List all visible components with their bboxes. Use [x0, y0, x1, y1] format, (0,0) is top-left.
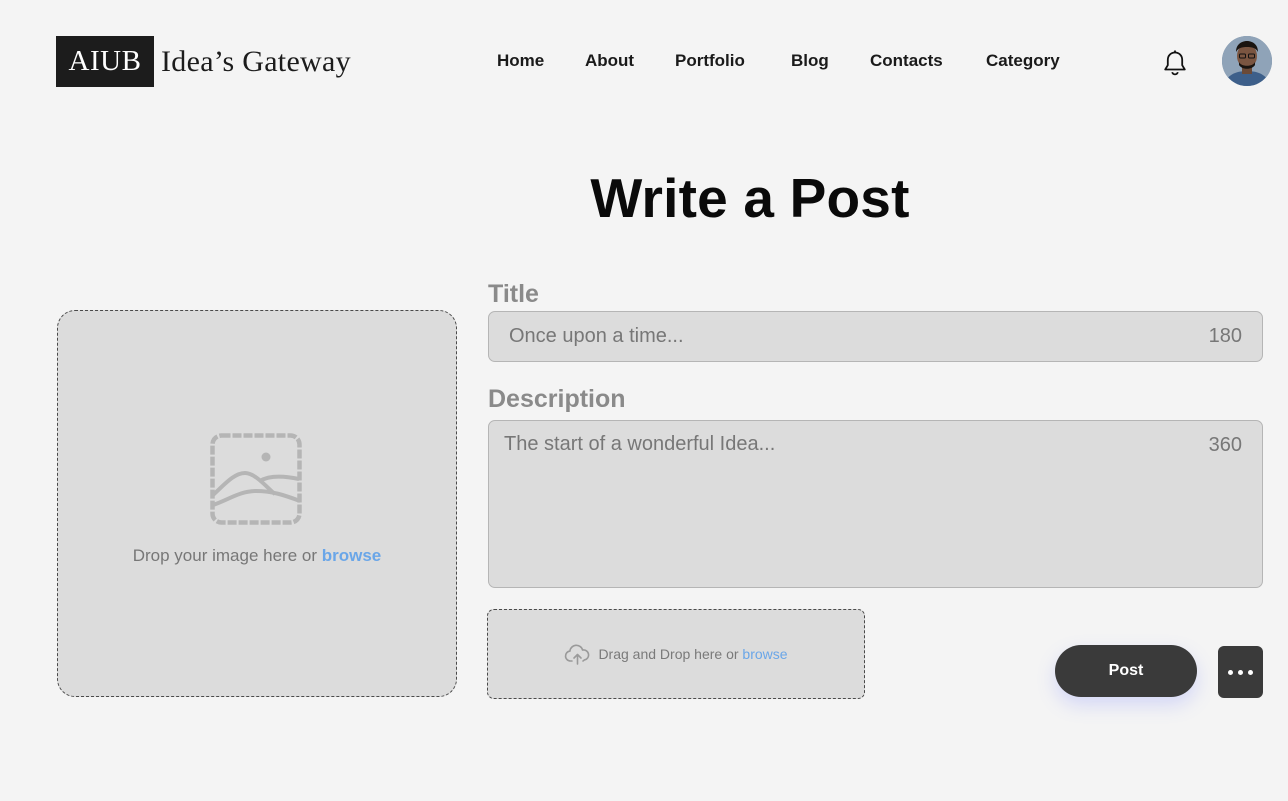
description-field[interactable]: 360: [488, 420, 1263, 588]
nav-category[interactable]: Category: [986, 51, 1060, 71]
cloud-upload-icon: [565, 644, 590, 665]
nav-portfolio[interactable]: Portfolio: [675, 51, 745, 71]
nav-about[interactable]: About: [585, 51, 634, 71]
nav-home[interactable]: Home: [497, 51, 544, 71]
image-dropzone-text: Drop your image here or browse: [58, 546, 456, 566]
more-horizontal-icon: [1248, 669, 1253, 675]
file-browse-link[interactable]: browse: [742, 646, 787, 662]
image-browse-link[interactable]: browse: [322, 546, 382, 565]
more-options-button[interactable]: [1218, 646, 1263, 698]
file-dropzone[interactable]: Drag and Drop here or browse: [487, 609, 865, 699]
avatar[interactable]: [1222, 36, 1272, 86]
title-input[interactable]: [489, 312, 1262, 361]
more-horizontal-icon: [1228, 669, 1233, 675]
page: AIUB Idea’s Gateway Home About Portfolio…: [0, 0, 1288, 801]
post-button[interactable]: Post: [1055, 645, 1197, 697]
title-label: Title: [488, 280, 539, 308]
file-dropzone-text: Drag and Drop here or browse: [598, 646, 787, 662]
description-char-counter: 360: [1208, 434, 1242, 456]
main-nav: Home About Portfolio Blog Contacts Categ…: [0, 51, 1288, 75]
bell-icon[interactable]: [1160, 48, 1190, 78]
nav-contacts[interactable]: Contacts: [870, 51, 943, 71]
description-input[interactable]: [489, 421, 1262, 587]
nav-blog[interactable]: Blog: [791, 51, 829, 71]
image-dropzone[interactable]: Drop your image here or browse: [57, 310, 457, 697]
image-icon: [210, 433, 302, 525]
title-field[interactable]: 180: [488, 311, 1263, 362]
page-title: Write a Post: [590, 167, 910, 229]
file-dropzone-prompt: Drag and Drop here or: [598, 646, 743, 662]
title-char-counter: 180: [1208, 325, 1242, 347]
description-label: Description: [488, 385, 626, 413]
more-horizontal-icon: [1238, 669, 1243, 675]
image-dropzone-prompt: Drop your image here or: [132, 546, 322, 565]
